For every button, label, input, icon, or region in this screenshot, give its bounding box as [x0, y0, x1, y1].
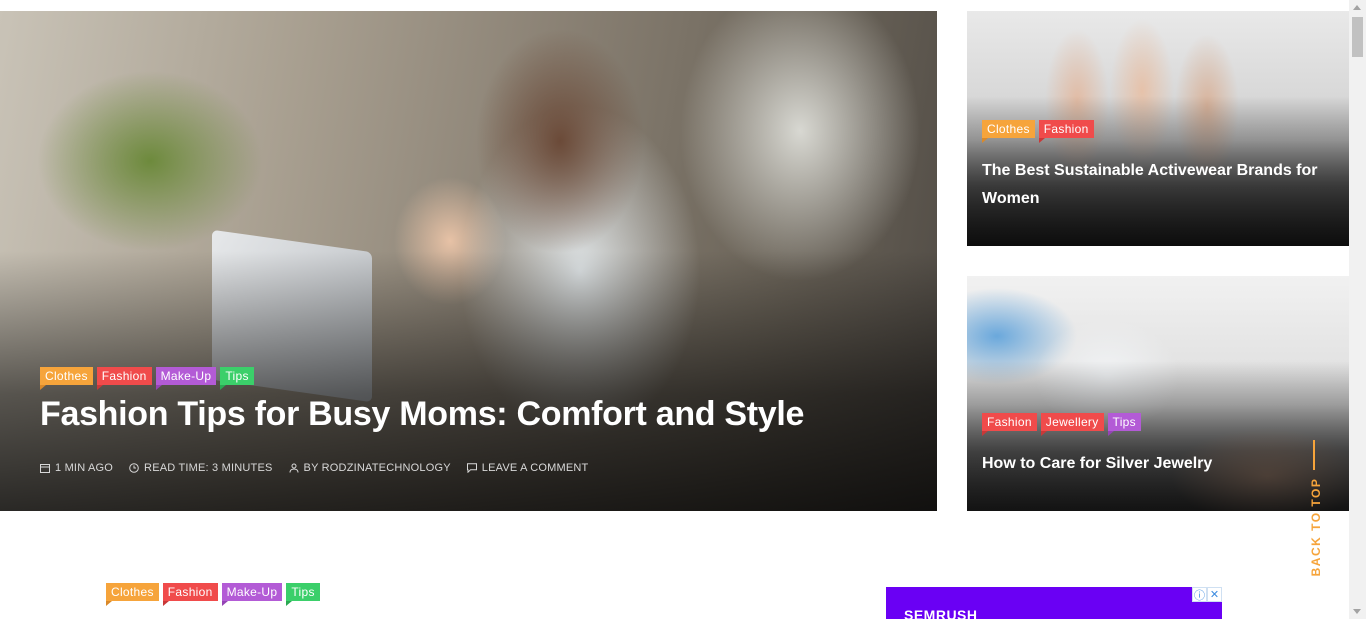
scrollbar-thumb[interactable] — [1352, 17, 1363, 57]
tag-tips[interactable]: Tips — [1107, 413, 1141, 436]
tag-clothes[interactable]: Clothes — [40, 367, 93, 390]
hero-tags: Clothes Fashion Make-Up Tips — [40, 367, 254, 390]
tag-fashion[interactable]: Fashion — [982, 413, 1037, 436]
user-icon — [289, 463, 299, 473]
read-time-text: READ TIME: 3 MINUTES — [144, 462, 273, 474]
author-text: BY RODZINATECHNOLOGY — [303, 462, 451, 474]
tag-make-up[interactable]: Make-Up — [155, 367, 217, 390]
tag-fashion[interactable]: Fashion — [1038, 120, 1094, 143]
back-to-top-label: BACK TO TOP — [1309, 477, 1323, 577]
side-post-2-title[interactable]: How to Care for Silver Jewelry — [982, 450, 1322, 478]
card1-tags: Clothes Fashion — [982, 120, 1094, 143]
post-comment-link[interactable]: LEAVE A COMMENT — [466, 462, 589, 474]
hero-post-meta: 1 MIN AGO READ TIME: 3 MINUTES BY RODZIN… — [40, 462, 588, 474]
tag-tips[interactable]: Tips — [220, 367, 254, 390]
featured-post[interactable]: Clothes Fashion Make-Up Tips Fashion Tip… — [0, 11, 937, 511]
page: Clothes Fashion Make-Up Tips Fashion Tip… — [0, 0, 1366, 619]
ad-controls: ⓘ ✕ — [1192, 587, 1222, 602]
ad-brand: SEMRUSH — [904, 607, 978, 619]
tag-tips[interactable]: Tips — [286, 583, 320, 606]
card2-tags: Fashion Jewellery Tips — [982, 413, 1141, 436]
calendar-icon — [40, 464, 50, 473]
clock-icon — [129, 463, 139, 473]
back-to-top-line — [1313, 440, 1315, 470]
tag-clothes[interactable]: Clothes — [106, 583, 159, 606]
tag-jewellery[interactable]: Jewellery — [1040, 413, 1104, 436]
card-overlay — [967, 361, 1351, 511]
tag-fashion[interactable]: Fashion — [162, 583, 218, 606]
tag-make-up[interactable]: Make-Up — [221, 583, 283, 606]
post-date-text: 1 MIN AGO — [55, 462, 114, 474]
comment-text: LEAVE A COMMENT — [481, 462, 589, 474]
side-post-1[interactable]: Clothes Fashion The Best Sustainable Act… — [967, 11, 1351, 246]
next-post-tags: Clothes Fashion Make-Up Tips — [106, 583, 320, 606]
close-icon[interactable]: ✕ — [1207, 587, 1222, 602]
post-author[interactable]: BY RODZINATECHNOLOGY — [289, 462, 451, 474]
back-to-top-button[interactable]: BACK TO TOP — [1296, 440, 1332, 580]
post-read-time: READ TIME: 3 MINUTES — [129, 462, 272, 474]
comment-icon — [466, 463, 477, 473]
side-post-1-title[interactable]: The Best Sustainable Activewear Brands f… — [982, 157, 1322, 213]
scrollbar[interactable] — [1349, 0, 1366, 619]
scroll-up-arrow-icon[interactable] — [1353, 5, 1361, 10]
scroll-down-arrow-icon[interactable] — [1353, 609, 1361, 614]
info-icon[interactable]: ⓘ — [1192, 587, 1207, 602]
side-post-2[interactable]: Fashion Jewellery Tips How to Care for S… — [967, 276, 1351, 511]
tag-clothes[interactable]: Clothes — [982, 120, 1035, 143]
tag-fashion[interactable]: Fashion — [96, 367, 152, 390]
post-date: 1 MIN AGO — [40, 462, 113, 474]
advertisement[interactable]: SEMRUSH ⓘ ✕ — [886, 587, 1222, 619]
hero-post-title[interactable]: Fashion Tips for Busy Moms: Comfort and … — [40, 395, 804, 434]
